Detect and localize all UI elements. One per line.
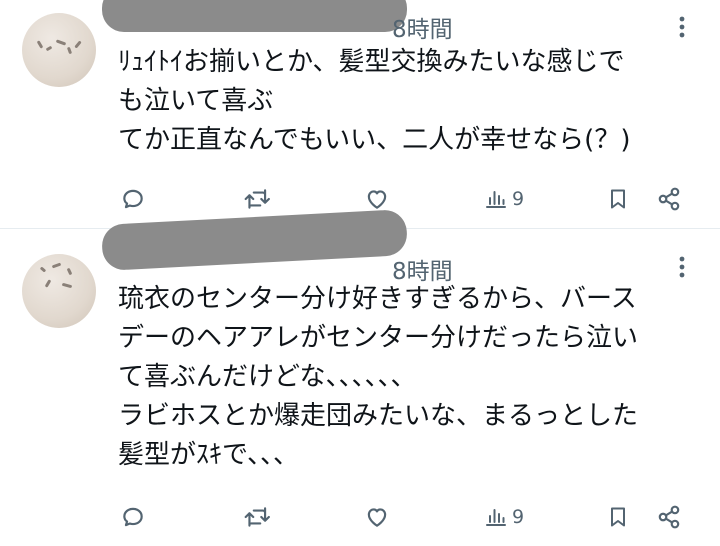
post-text: 琉衣のセンター分け好きすぎるから、バース デーのヘアアレがセンター分けだったら泣… [118, 280, 708, 475]
views-button[interactable]: 9 [484, 497, 524, 537]
post-text-line: も泣いて喜ぶ [118, 86, 274, 116]
bookmark-button[interactable] [606, 497, 630, 537]
heart-icon [367, 508, 387, 527]
post-text-line: 髪型がｽｷで、、、 [118, 440, 299, 470]
avatar[interactable] [22, 254, 96, 328]
post[interactable]: 8時間 琉衣のセンター分け好きすぎるから、バース デーのヘアアレがセンター分けだ… [0, 209, 720, 546]
share-icon [658, 187, 680, 211]
action-bar: 9 [0, 497, 720, 537]
more-vertical-icon[interactable] [670, 252, 694, 282]
share-icon [658, 505, 680, 529]
post-text-line: ラビホスとか爆走団みたいな、まるっとした [118, 401, 639, 431]
reply-icon [123, 507, 143, 527]
post[interactable]: 8時間 ﾘｭｲﾄｲお揃いとか、髪型交換みたいな感じで も泣いて喜ぶ てか正直なん… [0, 0, 720, 228]
views-button[interactable]: 9 [484, 179, 524, 219]
post-text-line: ﾘｭｲﾄｲお揃いとか、髪型交換みたいな感じで [118, 47, 625, 77]
bookmark-icon [611, 507, 625, 527]
post-text-line: 琉衣のセンター分け好きすぎるから、バース [118, 284, 637, 314]
redacted-username [102, 0, 407, 32]
bookmark-button[interactable] [606, 179, 630, 219]
heart-icon [367, 190, 387, 209]
post-text-line: て喜ぶんだけどな、、、、、、 [118, 362, 417, 392]
reply-button[interactable] [120, 179, 146, 219]
reply-icon [123, 189, 143, 209]
share-button[interactable] [656, 497, 682, 537]
post-text-line: デーのヘアアレがセンター分けだったら泣い [118, 323, 639, 353]
repost-icon [244, 507, 270, 527]
repost-icon [244, 189, 270, 209]
post-text-line: てか正直なんでもいい、二人が幸せなら(？) [118, 125, 631, 155]
bookmark-icon [611, 189, 625, 209]
post-text: ﾘｭｲﾄｲお揃いとか、髪型交換みたいな感じで も泣いて喜ぶ てか正直なんでもいい… [118, 43, 708, 160]
avatar[interactable] [22, 13, 96, 87]
views-icon [486, 509, 506, 526]
repost-button[interactable] [243, 497, 271, 537]
views-icon [486, 191, 506, 208]
views-count: 9 [512, 506, 525, 528]
share-button[interactable] [656, 179, 682, 219]
more-vertical-icon[interactable] [670, 12, 694, 42]
repost-button[interactable] [243, 179, 271, 219]
views-count: 9 [512, 188, 525, 210]
reply-button[interactable] [120, 497, 146, 537]
post-time[interactable]: 8時間 [392, 10, 453, 44]
like-button[interactable] [364, 497, 390, 537]
